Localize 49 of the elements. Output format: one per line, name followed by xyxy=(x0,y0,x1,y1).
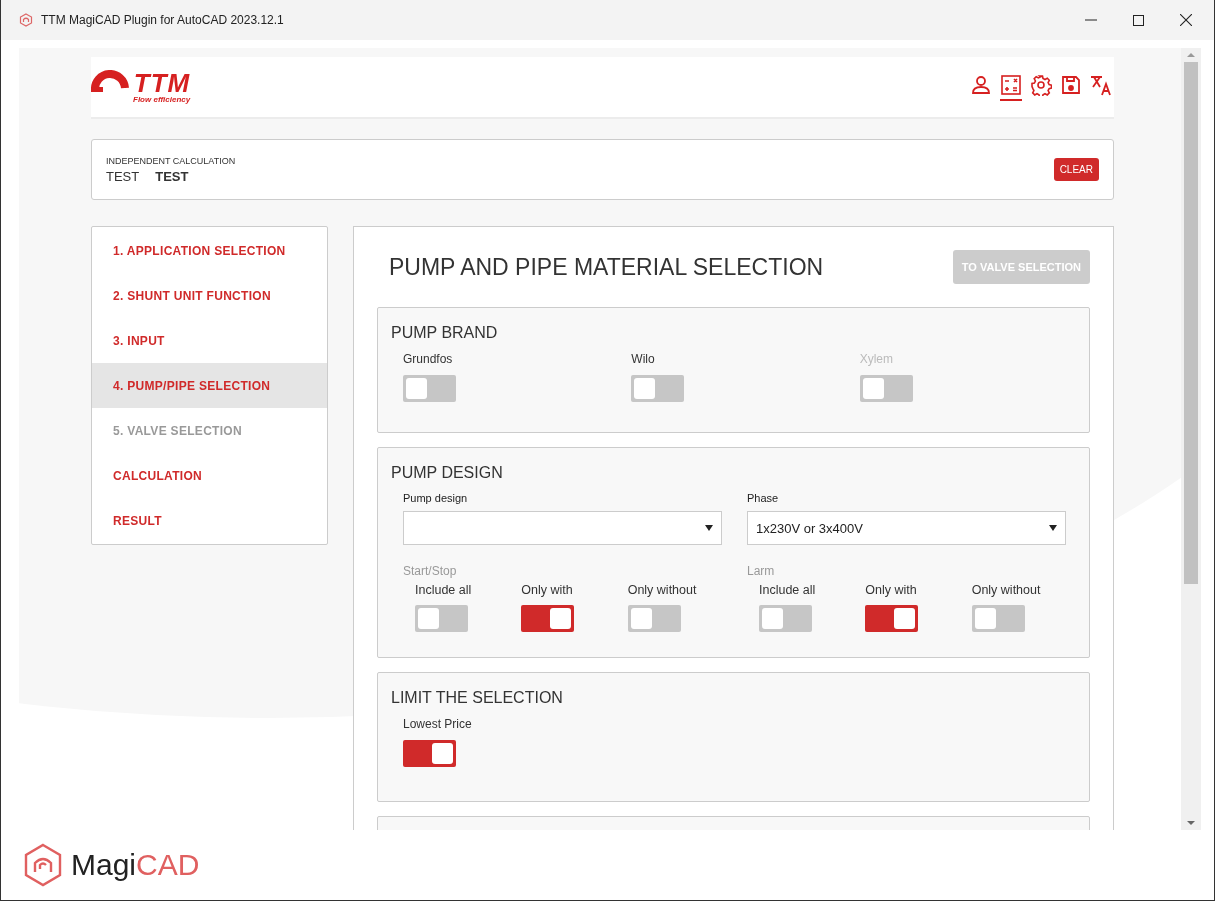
window-title: TTM MagiCAD Plugin for AutoCAD 2023.12.1 xyxy=(41,13,284,27)
close-icon[interactable] xyxy=(1180,14,1192,26)
toggle-label: Only without xyxy=(971,583,1042,597)
field-label: Pump design xyxy=(403,492,469,504)
magicad-logo: MagiCAD xyxy=(23,843,200,887)
toggle-switch[interactable] xyxy=(971,605,1025,632)
section-title: PUMP DESIGN xyxy=(391,464,504,482)
section-title: PUMP BRAND xyxy=(391,324,499,342)
group-label: Start/Stop xyxy=(403,564,457,578)
sidebar-item[interactable]: 4. PUMP/PIPE SELECTION xyxy=(92,363,327,408)
sidebar-item[interactable]: CALCULATION xyxy=(92,453,327,498)
hexagon-logo-icon xyxy=(19,13,33,27)
toggle-switch[interactable] xyxy=(631,375,685,402)
sidebar-item[interactable]: 1. APPLICATION SELECTION xyxy=(92,228,327,273)
calculator-icon[interactable] xyxy=(1000,73,1022,101)
scrollbar[interactable] xyxy=(1181,48,1201,830)
sidebar-item[interactable]: 2. SHUNT UNIT FUNCTION xyxy=(92,273,327,318)
toggle-switch[interactable] xyxy=(403,375,456,402)
toggle-switch[interactable] xyxy=(627,605,681,632)
sidebar-item[interactable]: RESULT xyxy=(92,498,327,543)
toggle-label: Include all xyxy=(415,583,473,597)
group-label: Larm xyxy=(747,564,775,578)
toggle-label: Wilo xyxy=(631,352,656,366)
dropdown-field[interactable]: 1x230V or 3x400V xyxy=(747,511,1066,545)
toggle-switch[interactable] xyxy=(865,605,919,632)
maximize-icon[interactable] xyxy=(1133,14,1144,26)
toggle-switch[interactable] xyxy=(415,605,468,632)
dropdown-caret-icon xyxy=(705,525,713,531)
card-label: INDEPENDENT CALCULATION xyxy=(106,155,236,166)
toggle-switch[interactable] xyxy=(403,740,456,767)
toggle-label: Include all xyxy=(759,583,817,597)
field-label: Phase xyxy=(747,492,780,504)
ttm-logo: TTM Flow efficiency xyxy=(91,70,191,104)
toggle-label: Xylem xyxy=(859,352,894,366)
section-title: LIMIT THE SELECTION xyxy=(391,689,564,707)
toggle-label: Only with xyxy=(865,583,918,597)
dropdown-field[interactable] xyxy=(403,511,722,545)
calculation-name: TEST xyxy=(106,168,140,184)
dropdown-caret-icon xyxy=(1049,525,1057,531)
calculation-name: TEST xyxy=(155,168,189,184)
clear-button[interactable]: CLEAR xyxy=(1053,158,1099,181)
toggle-label: Only without xyxy=(627,583,698,597)
sidebar-item[interactable]: 3. INPUT xyxy=(92,318,327,363)
toggle-switch[interactable] xyxy=(759,605,812,632)
toggle-label: Grundfos xyxy=(403,352,454,366)
toggle-label: Only with xyxy=(521,583,574,597)
page-title: PUMP AND PIPE MATERIAL SELECTION xyxy=(389,253,824,281)
toggle-label: Lowest Price xyxy=(403,717,473,731)
toggle-switch[interactable] xyxy=(521,605,575,632)
